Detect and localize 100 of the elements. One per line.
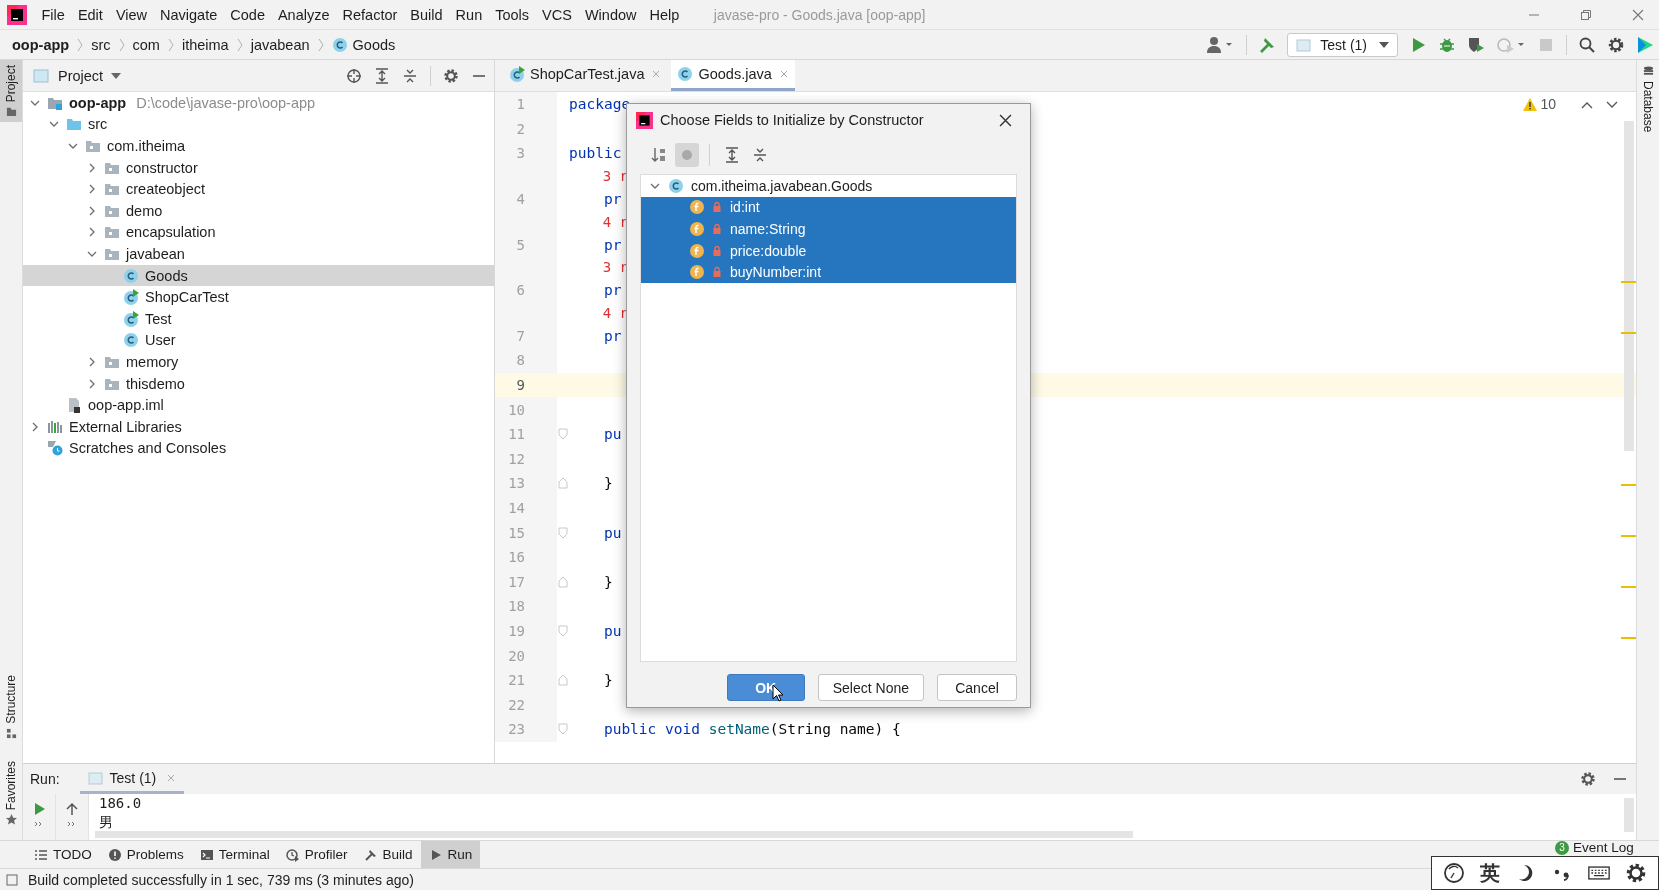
menu-item[interactable]: Help <box>643 6 686 23</box>
menu-item[interactable]: Refactor <box>336 6 404 23</box>
tool-window-tab[interactable]: Terminal <box>191 841 278 868</box>
event-log-button[interactable]: 3 Event Log <box>1555 840 1634 855</box>
tree-item[interactable]: Scratches and Consoles <box>23 437 494 460</box>
menu-item[interactable]: Build <box>403 6 450 23</box>
scrollbar-thumb[interactable] <box>1624 798 1634 832</box>
input-mode-toggle[interactable]: 英 <box>1480 859 1500 887</box>
breadcrumb-item[interactable]: com <box>132 36 160 53</box>
tree-item[interactable]: encapsulation <box>23 221 494 244</box>
tree-item[interactable]: thisdemo <box>23 372 494 395</box>
menu-item[interactable]: Window <box>578 6 643 23</box>
tree-item[interactable]: price:double <box>641 239 1016 262</box>
tool-window-tab[interactable]: Structure <box>0 670 22 744</box>
tree-item[interactable]: ShopCarTest <box>23 286 494 308</box>
fold-marker-icon[interactable] <box>558 575 568 588</box>
scrollbar-thumb[interactable] <box>1624 121 1634 451</box>
warning-counter[interactable]: 10 <box>1523 96 1556 112</box>
fold-marker-icon[interactable] <box>558 723 568 736</box>
tree-item[interactable]: src <box>23 113 494 136</box>
restore-icon[interactable] <box>1580 8 1592 21</box>
tree-item[interactable]: javabean <box>23 243 494 265</box>
breadcrumb-item[interactable]: Goods <box>352 36 396 53</box>
menu-item[interactable]: Navigate <box>153 6 224 23</box>
tree-item[interactable]: oop-app.iml <box>23 394 494 416</box>
menu-item[interactable]: View <box>109 6 154 23</box>
tool-window-tab[interactable]: Project <box>0 60 22 123</box>
tool-window-tab[interactable]: Profiler <box>277 841 356 868</box>
tool-window-tab[interactable]: Favorites <box>0 756 22 831</box>
rerun-icon[interactable] <box>32 802 46 816</box>
collapse-all-icon[interactable] <box>402 67 418 84</box>
menu-item[interactable]: Edit <box>71 6 110 23</box>
more-icon[interactable] <box>67 821 77 827</box>
fold-marker-icon[interactable] <box>558 477 568 490</box>
tool-window-tab[interactable]: Run <box>420 841 481 868</box>
settings-icon[interactable] <box>1580 771 1596 787</box>
gauge-icon[interactable] <box>1443 862 1466 884</box>
run-configuration-dropdown[interactable]: Test (1) <box>1287 32 1398 57</box>
tree-item[interactable]: buyNumber:int <box>641 261 1016 283</box>
tree-item[interactable]: createobject <box>23 178 494 200</box>
menu-item[interactable]: Run <box>449 6 489 23</box>
more-icon[interactable] <box>34 821 44 827</box>
tree-item[interactable]: name:String <box>641 218 1016 240</box>
fold-marker-icon[interactable] <box>558 428 568 441</box>
dialog-button[interactable]: Cancel <box>937 674 1017 701</box>
next-icon[interactable] <box>1606 101 1618 109</box>
tree-item[interactable]: oop-app D:\code\javase-pro\oop-app <box>23 92 494 114</box>
menu-item[interactable]: VCS <box>535 6 579 23</box>
toolbox-logo-icon[interactable] <box>1636 35 1654 54</box>
list-icon <box>34 847 48 862</box>
breadcrumb-item[interactable]: javabean <box>250 36 310 53</box>
settings-icon[interactable] <box>443 67 459 84</box>
tree-item[interactable]: Test <box>23 307 494 330</box>
locate-icon[interactable] <box>346 67 362 84</box>
tree-item[interactable]: User <box>23 329 494 352</box>
search-icon[interactable] <box>1578 35 1596 54</box>
up-arrow-icon[interactable] <box>65 802 79 816</box>
tree-item[interactable]: External Libraries <box>23 415 494 438</box>
panel-title-dropdown[interactable]: Project <box>58 67 104 84</box>
tree-item[interactable]: constructor <box>23 156 494 179</box>
tree-item[interactable]: com.itheima.javabean.Goods <box>641 175 1016 197</box>
breadcrumb-item[interactable]: oop-app <box>12 36 70 53</box>
tool-window-tab[interactable]: TODO <box>26 841 100 868</box>
line-number: 7 <box>516 327 525 344</box>
square-icon[interactable] <box>6 873 18 886</box>
caret-icon[interactable] <box>111 72 122 79</box>
fold-marker-icon[interactable] <box>558 625 568 637</box>
menu-item[interactable]: Code <box>223 6 272 23</box>
previous-icon[interactable] <box>1581 101 1593 109</box>
menu-item[interactable]: Tools <box>488 6 536 23</box>
breadcrumb-item[interactable]: src <box>91 36 111 53</box>
close-icon[interactable] <box>999 113 1012 127</box>
expand-all-icon <box>724 147 740 163</box>
shield-run-icon[interactable] <box>1467 35 1485 54</box>
tree-item[interactable]: id:int <box>641 196 1016 219</box>
breadcrumb-item[interactable]: itheima <box>181 36 229 53</box>
fold-marker-icon[interactable] <box>558 526 568 539</box>
bug-icon[interactable] <box>1438 35 1456 54</box>
settings-icon[interactable] <box>1624 862 1647 884</box>
editor-tab[interactable]: Goods.java <box>671 60 795 91</box>
tree-item[interactable]: com.itheima <box>23 135 494 157</box>
menu-item[interactable]: File <box>35 6 72 23</box>
expand-all-icon[interactable] <box>374 67 390 84</box>
tool-window-tab[interactable]: Problems <box>99 841 192 868</box>
menu-item[interactable]: Analyze <box>271 6 337 23</box>
editor-tab[interactable]: ShopCarTest.java <box>503 60 668 91</box>
file-icon <box>66 397 82 414</box>
settings-icon[interactable] <box>1607 35 1625 54</box>
caret-icon <box>1379 41 1389 48</box>
scrollbar-thumb[interactable] <box>95 831 1133 838</box>
runnable-class-icon <box>123 310 139 327</box>
fold-marker-icon[interactable] <box>558 674 568 687</box>
tool-window-tab[interactable]: Build <box>355 841 421 868</box>
tree-item[interactable]: memory <box>23 351 494 373</box>
hammer-icon[interactable] <box>1258 35 1277 54</box>
tree-item[interactable]: Goods <box>23 264 494 287</box>
dialog-button[interactable]: Select None <box>817 674 924 701</box>
tool-window-tab[interactable]: Database <box>1637 60 1659 133</box>
field-icon <box>689 264 705 281</box>
tree-item[interactable]: demo <box>23 199 494 222</box>
